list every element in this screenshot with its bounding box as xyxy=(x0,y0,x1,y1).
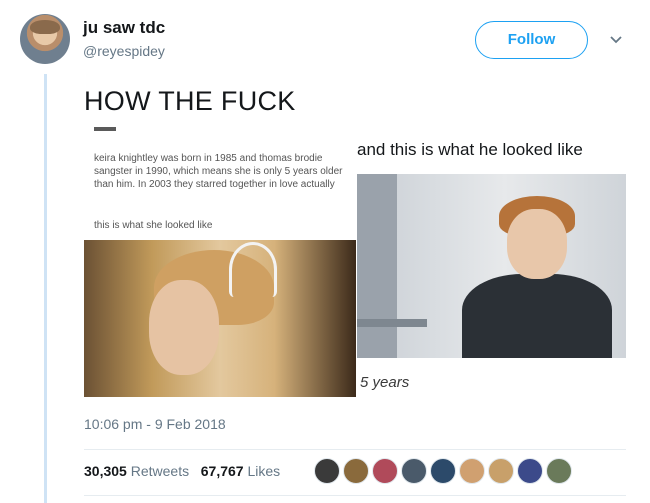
follow-button[interactable]: Follow xyxy=(475,21,588,59)
chevron-down-icon[interactable] xyxy=(606,30,626,50)
likes-label: Likes xyxy=(247,463,281,479)
years-caption: 5 years xyxy=(360,374,410,391)
redacted-bar xyxy=(94,127,116,131)
liker-avatar[interactable] xyxy=(314,458,340,484)
user-handle[interactable]: @reyespidey xyxy=(83,43,165,59)
liker-avatar[interactable] xyxy=(401,458,427,484)
retweets-link[interactable]: 30,305 Retweets xyxy=(84,463,189,479)
avatar[interactable] xyxy=(20,14,70,64)
likes-count: 67,767 xyxy=(200,463,244,479)
divider xyxy=(84,495,626,496)
left-media-text: keira knightley was born in 1985 and tho… xyxy=(94,153,343,190)
liker-avatar[interactable] xyxy=(488,458,514,484)
liker-avatar[interactable] xyxy=(517,458,543,484)
right-photo xyxy=(357,174,626,358)
retweets-count: 30,305 xyxy=(84,463,127,479)
timestamp[interactable]: 10:06 pm - 9 Feb 2018 xyxy=(84,416,226,432)
retweets-label: Retweets xyxy=(130,463,190,479)
divider xyxy=(84,449,626,450)
tweet-media[interactable]: keira knightley was born in 1985 and tho… xyxy=(84,122,626,397)
left-photo xyxy=(84,240,356,397)
liker-avatar[interactable] xyxy=(546,458,572,484)
likes-link[interactable]: 67,767 Likes xyxy=(201,463,280,479)
tweet-text: HOW THE FUCK xyxy=(84,86,296,116)
tweet-stats: 30,305 Retweets 67,767 Likes xyxy=(84,463,280,479)
left-media-panel: keira knightley was born in 1985 and tho… xyxy=(84,122,356,397)
left-media-caption: this is what she looked like xyxy=(94,220,213,231)
liker-avatar[interactable] xyxy=(459,458,485,484)
right-media-caption: and this is what he looked like xyxy=(357,140,583,159)
liker-avatar[interactable] xyxy=(343,458,369,484)
liker-avatar[interactable] xyxy=(372,458,398,484)
liker-avatar[interactable] xyxy=(430,458,456,484)
thread-line xyxy=(44,74,47,503)
display-name[interactable]: ju saw tdc xyxy=(83,18,165,38)
